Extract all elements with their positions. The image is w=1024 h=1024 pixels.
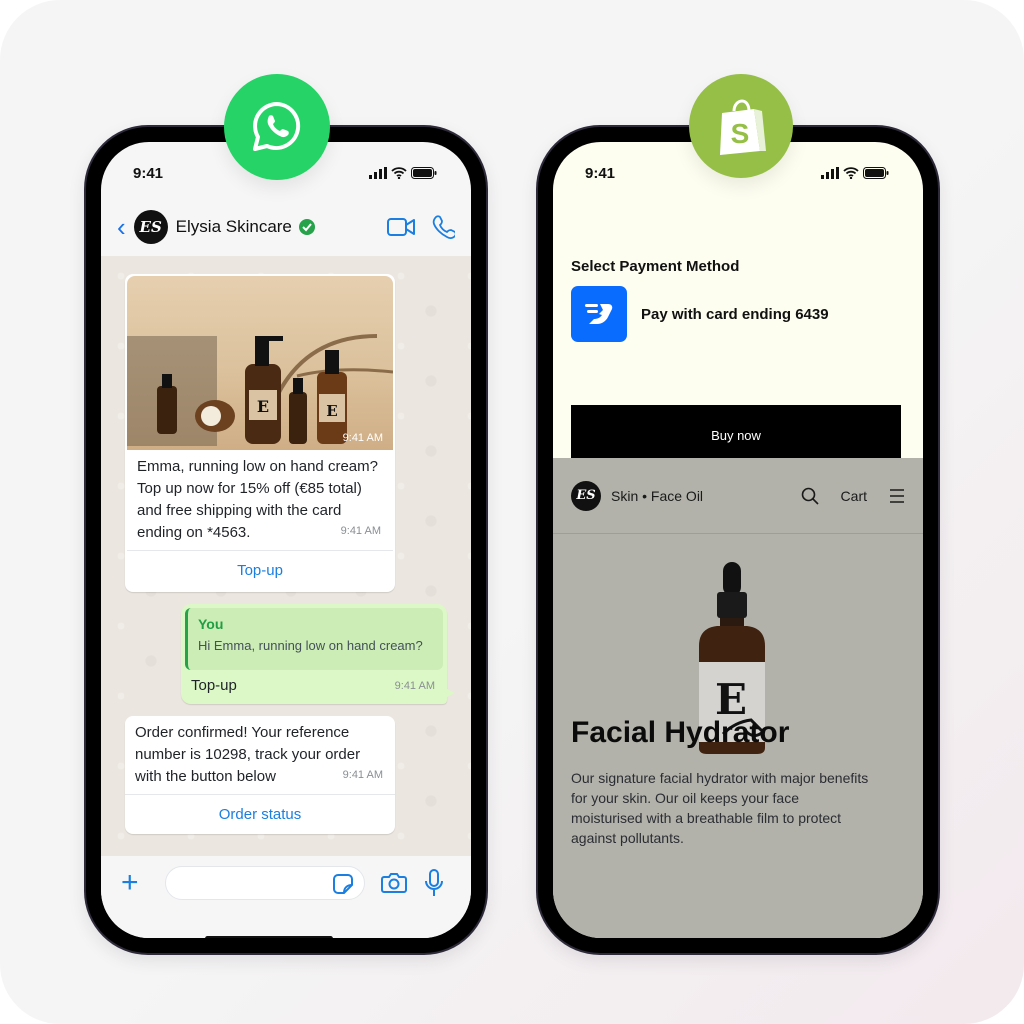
store-page: ES Skin • Face Oil Cart E Facial Hydrato… — [553, 458, 923, 938]
message-text-container: Emma, running low on hand cream? Top up … — [127, 450, 393, 542]
back-chevron-icon[interactable]: ‹ — [117, 214, 126, 240]
wifi-icon — [843, 167, 859, 179]
phone-call-icon[interactable] — [431, 215, 455, 239]
product-title: Facial Hydrator — [571, 716, 790, 749]
message-timestamp: 9:41 AM — [342, 769, 383, 781]
status-time: 9:41 — [133, 164, 164, 182]
shopify-phone: 9:41 Select Payment Method Pay with card… — [538, 127, 938, 953]
breadcrumb[interactable]: Skin • Face Oil — [611, 488, 703, 504]
camera-icon[interactable] — [381, 872, 407, 894]
verified-badge-icon — [298, 219, 315, 235]
shopify-screen: 9:41 Select Payment Method Pay with card… — [553, 142, 923, 938]
quoted-message[interactable]: You Hi Emma, running low on hand cream? — [185, 608, 443, 670]
contact-avatar[interactable]: ES — [133, 210, 168, 244]
product-photo[interactable]: E E 9:41 AM — [127, 276, 393, 450]
plus-icon[interactable]: + — [121, 868, 151, 898]
search-icon[interactable] — [801, 487, 819, 505]
quote-text: Hi Emma, running low on hand cream? — [198, 638, 423, 653]
reply-text: Top-up — [191, 677, 237, 694]
composer-actions — [381, 869, 443, 897]
battery-icon — [411, 167, 437, 179]
message-bubble-reply: You Hi Emma, running low on hand cream? … — [181, 604, 455, 704]
store-logo[interactable]: ES — [571, 480, 601, 511]
header-actions — [387, 215, 455, 239]
payment-method-option[interactable]: Pay with card ending 6439 — [571, 286, 829, 342]
product-description: Our signature facial hydrator with major… — [571, 770, 869, 846]
payment-title: Select Payment Method — [571, 258, 740, 275]
cart-link[interactable]: Cart — [841, 488, 867, 504]
message-text: Order confirmed! Your reference number i… — [135, 724, 361, 785]
reply-timestamp: 9:41 AM — [394, 680, 435, 692]
microphone-icon[interactable] — [425, 869, 443, 897]
status-time: 9:41 — [585, 164, 616, 182]
buy-now-button[interactable]: Buy now — [571, 405, 901, 465]
wifi-icon — [391, 167, 407, 179]
whatsapp-phone: 9:41 ‹ ES Elysia Skincare E E 9:41 AM Em… — [86, 127, 486, 953]
signal-icon — [369, 167, 387, 179]
composer-row: + — [121, 866, 453, 900]
sticker-icon[interactable] — [332, 873, 354, 895]
whatsapp-icon — [253, 102, 301, 151]
image-timestamp: 9:41 AM — [342, 432, 383, 444]
message-bubble-confirmation: Order confirmed! Your reference number i… — [125, 716, 395, 834]
message-composer: + — [101, 856, 471, 938]
payment-method-label: Pay with card ending 6439 — [641, 305, 829, 323]
payment-provider-logo — [571, 286, 627, 342]
message-text-container: Order confirmed! Your reference number i… — [125, 716, 395, 794]
message-input[interactable] — [165, 866, 365, 900]
svg-text:E: E — [326, 402, 337, 420]
bird-logo-icon — [585, 304, 613, 324]
menu-icon[interactable] — [889, 488, 905, 503]
payment-section: Select Payment Method Pay with card endi… — [553, 198, 923, 465]
video-call-icon[interactable] — [387, 218, 415, 236]
whatsapp-logo-badge — [224, 74, 330, 180]
nav-actions: Cart — [801, 487, 905, 505]
shopify-logo-badge: S — [689, 74, 793, 178]
battery-icon — [863, 167, 889, 179]
shopify-bag-icon: S — [720, 99, 766, 155]
chat-thread: E E 9:41 AM Emma, running low on hand cr… — [101, 256, 471, 856]
home-indicator — [205, 936, 333, 938]
status-icons — [369, 167, 437, 179]
svg-text:E: E — [257, 397, 269, 416]
chat-header: ‹ ES Elysia Skincare — [101, 198, 471, 256]
quote-author: You — [198, 616, 224, 632]
whatsapp-screen: 9:41 ‹ ES Elysia Skincare E E 9:41 AM Em… — [101, 142, 471, 938]
top-up-button[interactable]: Top-up — [127, 550, 393, 590]
message-timestamp: 9:41 AM — [340, 525, 381, 537]
message-bubble-offer: E E 9:41 AM Emma, running low on hand cr… — [125, 274, 395, 592]
status-icons — [821, 167, 889, 179]
product-lineup-illustration: E E — [127, 334, 393, 446]
store-navbar: ES Skin • Face Oil Cart — [553, 458, 923, 534]
svg-text:S: S — [731, 118, 750, 149]
order-status-button[interactable]: Order status — [125, 794, 395, 834]
contact-name[interactable]: Elysia Skincare — [176, 217, 292, 237]
signal-icon — [821, 167, 839, 179]
